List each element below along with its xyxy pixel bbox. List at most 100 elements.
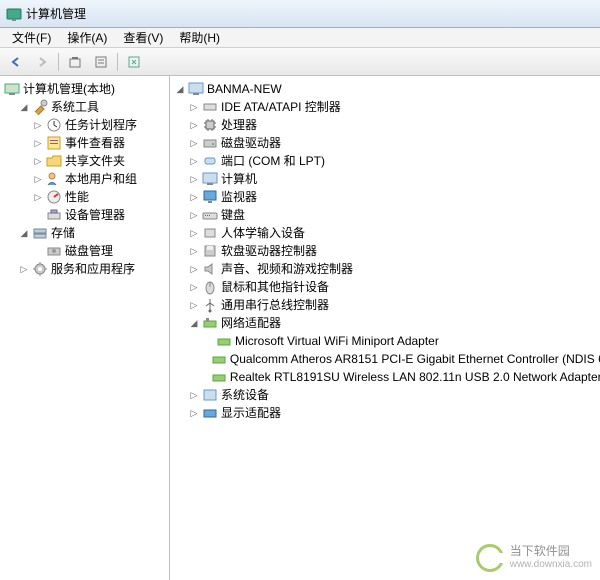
network-card-icon: [211, 351, 227, 367]
usb-icon: [202, 297, 218, 313]
title-bar: 计算机管理: [0, 0, 600, 28]
hid-icon: [202, 225, 218, 241]
device-sound[interactable]: ▷声音、视频和游戏控制器: [174, 260, 596, 278]
device-root[interactable]: ◢BANMA-NEW: [174, 80, 596, 98]
device-usb[interactable]: ▷通用串行总线控制器: [174, 296, 596, 314]
expand-icon[interactable]: ▷: [188, 119, 200, 131]
display-adapter-icon: [202, 405, 218, 421]
menu-file[interactable]: 文件(F): [4, 27, 59, 48]
tree-root-computer-mgmt[interactable]: 计算机管理(本地): [4, 80, 165, 98]
toolbar-separator: [58, 53, 59, 71]
ide-controller-icon: [202, 99, 218, 115]
window-title: 计算机管理: [26, 5, 86, 22]
forward-button[interactable]: [30, 51, 54, 73]
device-ports[interactable]: ▷端口 (COM 和 LPT): [174, 152, 596, 170]
expand-icon[interactable]: ▷: [188, 227, 200, 239]
expand-icon[interactable]: ▷: [18, 263, 30, 275]
shared-folder-icon: [46, 153, 62, 169]
device-keyboards[interactable]: ▷键盘: [174, 206, 596, 224]
expand-icon[interactable]: ▷: [188, 155, 200, 167]
sound-icon: [202, 261, 218, 277]
computer-icon: [188, 81, 204, 97]
toolbar: [0, 48, 600, 76]
clock-icon: [46, 117, 62, 133]
floppy-controller-icon: [202, 243, 218, 259]
expand-icon[interactable]: ▷: [32, 173, 44, 185]
expand-icon[interactable]: ▷: [188, 191, 200, 203]
device-disk-drives[interactable]: ▷磁盘驱动器: [174, 134, 596, 152]
menu-action[interactable]: 操作(A): [59, 27, 115, 48]
tree-device-manager[interactable]: ▷ 设备管理器: [4, 206, 165, 224]
tree-disk-mgmt[interactable]: ▷ 磁盘管理: [4, 242, 165, 260]
back-button[interactable]: [4, 51, 28, 73]
device-mgr-icon: [46, 207, 62, 223]
device-net-adapter-3[interactable]: ▷Realtek RTL8191SU Wireless LAN 802.11n …: [174, 368, 596, 386]
expand-icon[interactable]: ▷: [188, 173, 200, 185]
tree-services-apps[interactable]: ▷ 服务和应用程序: [4, 260, 165, 278]
app-icon: [6, 6, 22, 22]
expand-icon[interactable]: ▷: [32, 137, 44, 149]
device-network-adapters[interactable]: ◢网络适配器: [174, 314, 596, 332]
device-floppy[interactable]: ▷软盘驱动器控制器: [174, 242, 596, 260]
device-net-adapter-2[interactable]: ▷Qualcomm Atheros AR8151 PCI-E Gigabit E…: [174, 350, 596, 368]
tree-performance[interactable]: ▷ 性能: [4, 188, 165, 206]
collapse-icon[interactable]: ◢: [18, 227, 30, 239]
device-display-adapters[interactable]: ▷显示适配器: [174, 404, 596, 422]
toolbar-separator: [117, 53, 118, 71]
expand-icon[interactable]: ▷: [188, 389, 200, 401]
client-area: 计算机管理(本地) ◢ 系统工具 ▷ 任务计划程序 ▷ 事件查看器 ▷ 共享文件…: [0, 76, 600, 580]
event-viewer-icon: [46, 135, 62, 151]
expand-icon[interactable]: ▷: [32, 119, 44, 131]
tree-shared-folders[interactable]: ▷ 共享文件夹: [4, 152, 165, 170]
services-icon: [32, 261, 48, 277]
properties-button[interactable]: [89, 51, 113, 73]
device-monitors[interactable]: ▷监视器: [174, 188, 596, 206]
tools-icon: [32, 99, 48, 115]
keyboard-icon: [202, 207, 218, 223]
tree-storage[interactable]: ◢ 存储: [4, 224, 165, 242]
cpu-icon: [202, 117, 218, 133]
collapse-icon[interactable]: ◢: [174, 83, 186, 95]
disk-mgmt-icon: [46, 243, 62, 259]
expand-icon[interactable]: ▷: [32, 191, 44, 203]
users-icon: [46, 171, 62, 187]
storage-icon: [32, 225, 48, 241]
expand-icon[interactable]: ▷: [188, 101, 200, 113]
mouse-icon: [202, 279, 218, 295]
menu-bar: 文件(F) 操作(A) 查看(V) 帮助(H): [0, 28, 600, 48]
device-ide[interactable]: ▷IDE ATA/ATAPI 控制器: [174, 98, 596, 116]
expand-icon[interactable]: ▷: [188, 137, 200, 149]
device-computers[interactable]: ▷计算机: [174, 170, 596, 188]
network-adapter-icon: [202, 315, 218, 331]
device-tree[interactable]: ◢BANMA-NEW ▷IDE ATA/ATAPI 控制器 ▷处理器 ▷磁盘驱动…: [170, 76, 600, 580]
expand-icon[interactable]: ▷: [188, 263, 200, 275]
tree-event-viewer[interactable]: ▷ 事件查看器: [4, 134, 165, 152]
performance-icon: [46, 189, 62, 205]
tree-task-scheduler[interactable]: ▷ 任务计划程序: [4, 116, 165, 134]
port-icon: [202, 153, 218, 169]
expand-icon[interactable]: ▷: [188, 209, 200, 221]
device-mice[interactable]: ▷鼠标和其他指针设备: [174, 278, 596, 296]
device-hid[interactable]: ▷人体学输入设备: [174, 224, 596, 242]
device-net-adapter-1[interactable]: ▷Microsoft Virtual WiFi Miniport Adapter: [174, 332, 596, 350]
menu-help[interactable]: 帮助(H): [171, 27, 228, 48]
device-cpu[interactable]: ▷处理器: [174, 116, 596, 134]
network-card-icon: [216, 333, 232, 349]
tree-system-tools[interactable]: ◢ 系统工具: [4, 98, 165, 116]
expand-icon[interactable]: ▷: [188, 299, 200, 311]
tree-local-users[interactable]: ▷ 本地用户和组: [4, 170, 165, 188]
expand-icon[interactable]: ▷: [32, 155, 44, 167]
computer-mgmt-icon: [4, 81, 20, 97]
collapse-icon[interactable]: ◢: [18, 101, 30, 113]
expand-icon[interactable]: ▷: [188, 407, 200, 419]
up-button[interactable]: [63, 51, 87, 73]
monitor-icon: [202, 189, 218, 205]
menu-view[interactable]: 查看(V): [115, 27, 171, 48]
expand-icon[interactable]: ▷: [188, 281, 200, 293]
collapse-icon[interactable]: ◢: [188, 317, 200, 329]
device-system-devices[interactable]: ▷系统设备: [174, 386, 596, 404]
navigation-tree[interactable]: 计算机管理(本地) ◢ 系统工具 ▷ 任务计划程序 ▷ 事件查看器 ▷ 共享文件…: [0, 76, 170, 580]
expand-icon[interactable]: ▷: [188, 245, 200, 257]
disk-drive-icon: [202, 135, 218, 151]
refresh-button[interactable]: [122, 51, 146, 73]
